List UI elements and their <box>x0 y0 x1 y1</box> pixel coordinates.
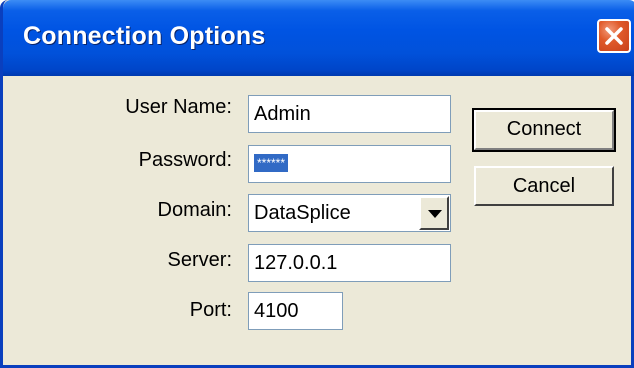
port-field[interactable]: 4100 <box>248 292 343 330</box>
port-value: 4100 <box>254 300 299 322</box>
username-value: Admin <box>254 103 311 125</box>
port-label: Port: <box>189 299 232 321</box>
close-icon <box>605 27 623 45</box>
cancel-button-label: Cancel <box>512 175 576 197</box>
domain-select[interactable]: DataSplice <box>248 194 451 232</box>
username-field[interactable]: Admin <box>248 95 451 133</box>
title-bar[interactable]: Connection Options <box>3 0 634 76</box>
domain-value: DataSplice <box>254 202 351 224</box>
domain-label: Domain: <box>157 199 232 221</box>
server-label: Server: <box>167 249 232 271</box>
connect-button[interactable]: Connect <box>472 108 616 152</box>
chevron-down-icon <box>428 210 442 218</box>
password-field[interactable]: ****** <box>248 145 451 183</box>
server-value: 127.0.0.1 <box>254 252 338 274</box>
connect-button-label: Connect <box>506 118 582 140</box>
password-selected-text: ****** <box>254 153 289 172</box>
cancel-button[interactable]: Cancel <box>474 166 614 206</box>
server-field[interactable]: 127.0.0.1 <box>248 244 451 282</box>
username-label: User Name: <box>125 96 232 118</box>
close-button[interactable] <box>597 19 631 53</box>
window-title: Connection Options <box>23 22 266 50</box>
domain-dropdown-button[interactable] <box>419 196 449 230</box>
password-label: Password: <box>138 149 232 171</box>
